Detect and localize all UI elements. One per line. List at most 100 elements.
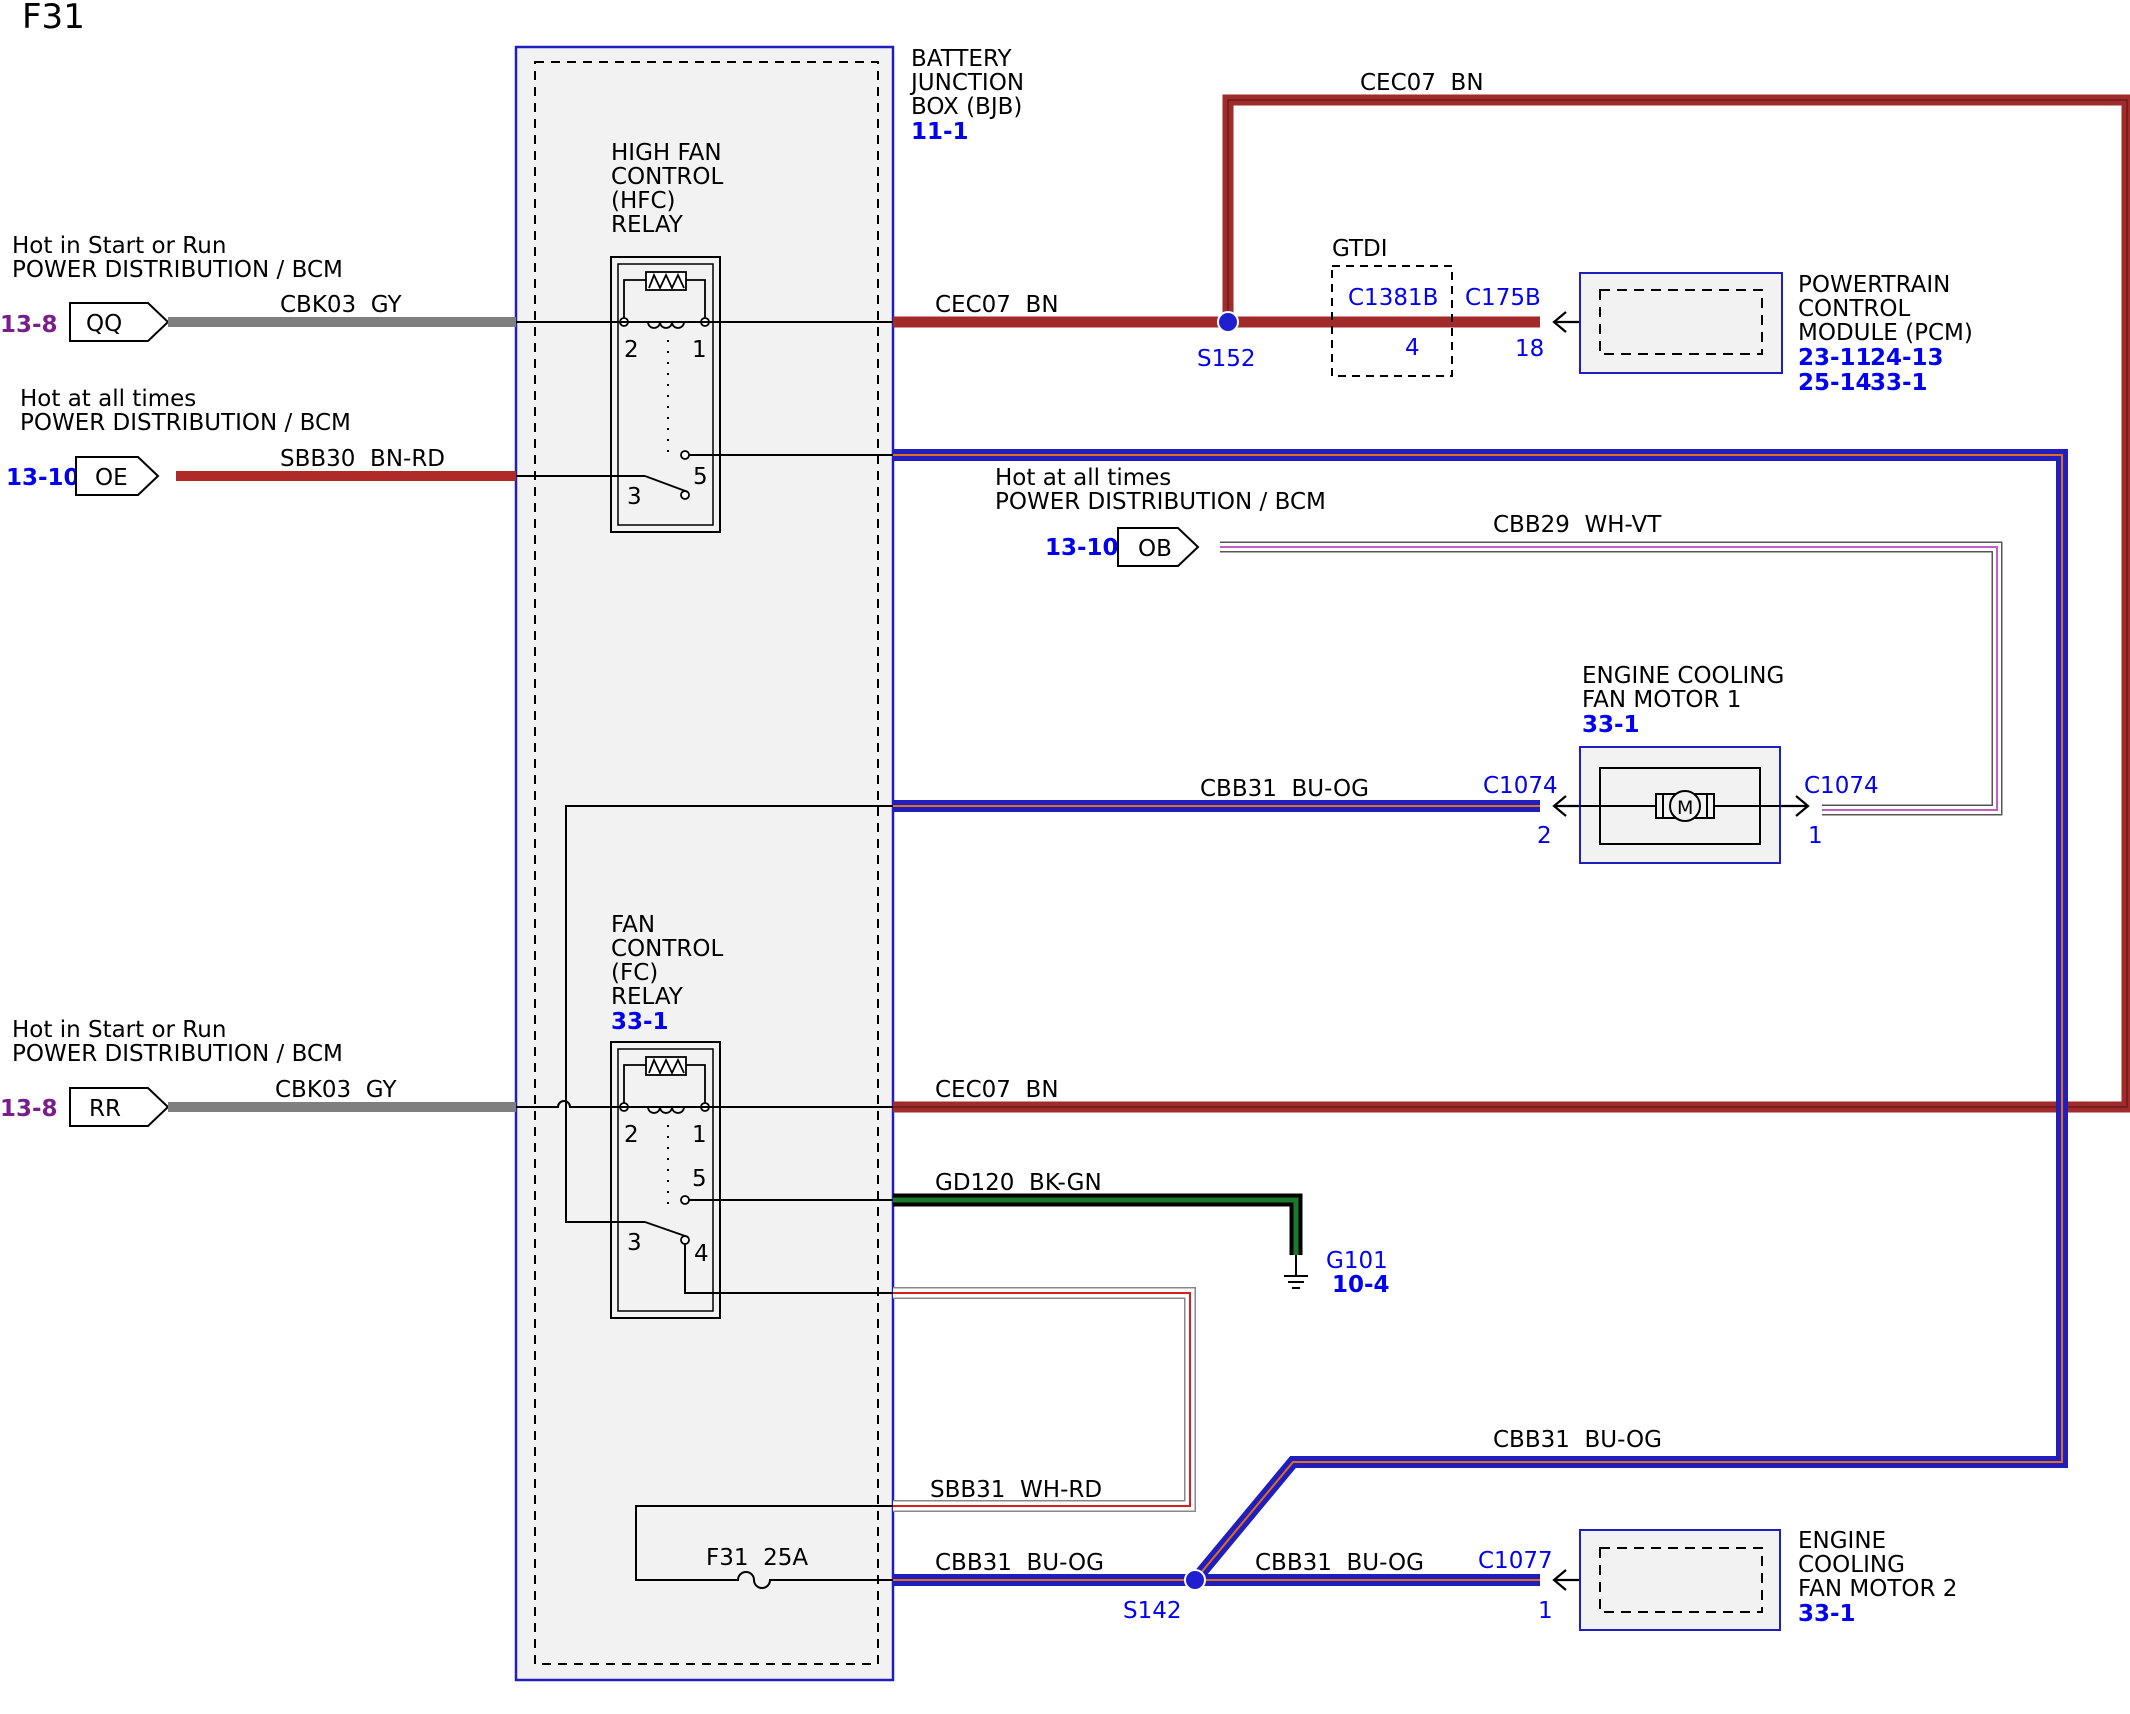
motor1-pin-left: 2	[1537, 823, 1552, 849]
gd120-label: GD120 BK-GN	[935, 1170, 1102, 1196]
c1381b-pin: 4	[1405, 335, 1420, 361]
fc-pin-1: 1	[692, 1122, 707, 1148]
c1077-pin: 1	[1538, 1598, 1553, 1624]
wire-gd120: GD120 BK-GN G101 10-4	[893, 1170, 1390, 1298]
oe-wire-label: SBB30 BN-RD	[280, 446, 445, 472]
rr-desc-2: POWER DISTRIBUTION / BCM	[12, 1041, 343, 1067]
fc-pin-3: 3	[627, 1230, 642, 1256]
motor2-label-3: FAN MOTOR 2	[1798, 1576, 1957, 1602]
cbb31-loop-label: CBB31 BU-OG	[1493, 1427, 1662, 1453]
qq-desc-2: POWER DISTRIBUTION / BCM	[12, 257, 343, 283]
wire-cbb31-loop: CBB31 BU-OG	[893, 449, 2068, 1584]
sbb31-label: SBB31 WH-RD	[930, 1477, 1102, 1503]
ob-ref-link[interactable]: 13-10	[1045, 535, 1119, 561]
c175b-pin: 18	[1515, 336, 1544, 362]
hfc-pin-3: 3	[627, 484, 642, 510]
c1381b-label: C1381B	[1348, 285, 1438, 311]
rr-code: RR	[89, 1096, 121, 1122]
pcm-label-3: MODULE (PCM)	[1798, 320, 1973, 346]
cec07-fc-label: CEC07 BN	[935, 1077, 1059, 1103]
splice-s142	[1184, 1569, 1206, 1591]
cbb29-label: CBB29 WH-VT	[1493, 512, 1662, 538]
hfc-label-2: CONTROL	[611, 164, 724, 190]
rr-wire-label: CBK03 GY	[275, 1077, 397, 1103]
pcm-ref-link-4[interactable]: 33-1	[1870, 370, 1928, 396]
motor1-ref-link[interactable]: 33-1	[1582, 712, 1640, 738]
cbb31-motor1-label: CBB31 BU-OG	[1200, 776, 1369, 802]
source-rr: Hot in Start or Run POWER DISTRIBUTION /…	[0, 1017, 516, 1127]
oe-ref-link[interactable]: 13-10	[6, 465, 80, 491]
pcm-ref-link-2[interactable]: 24-13	[1870, 345, 1944, 371]
engine-cooling-fan-motor-2: C1077 1 ENGINE COOLING FAN MOTOR 2 33-1	[1478, 1528, 1957, 1631]
source-ob: Hot at all times POWER DISTRIBUTION / BC…	[995, 465, 2003, 816]
c175b-label: C175B	[1465, 285, 1541, 311]
fc-pin-2: 2	[624, 1122, 639, 1148]
source-qq: Hot in Start or Run POWER DISTRIBUTION /…	[0, 233, 516, 342]
hfc-pin-1: 1	[692, 337, 707, 363]
motor1-label-1: ENGINE COOLING	[1582, 663, 1784, 689]
fc-label-1: FAN	[611, 912, 655, 938]
motor1-conn-right: C1074	[1804, 773, 1879, 799]
engine-cooling-fan-motor-1: ENGINE COOLING FAN MOTOR 1 33-1 C1074 2 …	[1483, 663, 1879, 864]
ground-icon	[1284, 1255, 1308, 1289]
fc-pin-5: 5	[692, 1166, 707, 1192]
hfc-label-4: RELAY	[611, 212, 684, 238]
bjb-label-3: BOX (BJB)	[911, 94, 1022, 120]
wire-sbb31: SBB31 WH-RD	[893, 1287, 1196, 1512]
qq-ref-link[interactable]: 13-8	[0, 312, 58, 338]
ground-name: G101	[1326, 1248, 1388, 1274]
fuse-f31-label: F31 25A	[706, 1545, 808, 1571]
oe-desc-1: Hot at all times	[20, 386, 196, 412]
motor1-symbol: M	[1677, 797, 1693, 819]
gtdi-label: GTDI	[1332, 236, 1388, 262]
fc-ref-link[interactable]: 33-1	[611, 1009, 669, 1035]
rr-desc-1: Hot in Start or Run	[12, 1017, 226, 1043]
cec07-top-label: CEC07 BN	[1360, 70, 1484, 96]
fc-label-2: CONTROL	[611, 936, 724, 962]
hfc-label-3: (HFC)	[611, 188, 676, 214]
s152-label: S152	[1197, 346, 1256, 372]
ground-ref-link[interactable]: 10-4	[1332, 1272, 1390, 1298]
motor2-ref-link[interactable]: 33-1	[1798, 1601, 1856, 1627]
hfc-pin-2: 2	[624, 337, 639, 363]
oe-code: OE	[95, 465, 128, 491]
s142-label: S142	[1123, 1598, 1182, 1624]
qq-wire-label: CBK03 GY	[280, 292, 402, 318]
c1077-label: C1077	[1478, 1548, 1553, 1574]
ob-desc-2: POWER DISTRIBUTION / BCM	[995, 489, 1326, 515]
motor1-conn-left: C1074	[1483, 773, 1558, 799]
wiring-diagram: F31 BATTERY JUNCTION BOX (BJB) 11-1 HIGH…	[0, 0, 2130, 1682]
ob-desc-1: Hot at all times	[995, 465, 1171, 491]
wire-cec07: CEC07 BN CEC07 BN CEC07 BN S152	[893, 70, 2130, 1113]
cbb31-fuse-label: CBB31 BU-OG	[935, 1550, 1104, 1576]
cbb31-motor2-label: CBB31 BU-OG	[1255, 1550, 1424, 1576]
fc-label-4: RELAY	[611, 984, 684, 1010]
cec07-hfc-label: CEC07 BN	[935, 292, 1059, 318]
fc-pin-4: 4	[694, 1241, 709, 1267]
qq-desc-1: Hot in Start or Run	[12, 233, 226, 259]
hfc-label-1: HIGH FAN	[611, 140, 722, 166]
motor2-label-1: ENGINE	[1798, 1528, 1886, 1554]
wire-cbb31-motor1: CBB31 BU-OG	[893, 776, 1540, 812]
gtdi-inline-connector: GTDI C1381B 4	[1331, 236, 1453, 377]
motor2-label-2: COOLING	[1798, 1552, 1905, 1578]
fc-label-3: (FC)	[611, 960, 658, 986]
motor1-label-2: FAN MOTOR 1	[1582, 687, 1741, 713]
hfc-pin-5: 5	[693, 464, 708, 490]
bjb-label-2: JUNCTION	[909, 70, 1024, 96]
pcm-ref-link-1[interactable]: 23-11	[1798, 345, 1872, 371]
page-title: F31	[22, 0, 85, 37]
pcm-label-2: CONTROL	[1798, 296, 1911, 322]
rr-ref-link[interactable]: 13-8	[0, 1096, 58, 1122]
ob-code: OB	[1138, 536, 1172, 562]
pcm-module: C175B 18 POWERTRAIN CONTROL MODULE (PCM)…	[1465, 272, 1973, 396]
motor1-pin-right: 1	[1808, 823, 1823, 849]
bjb-ref-link[interactable]: 11-1	[911, 119, 969, 145]
pcm-label-1: POWERTRAIN	[1798, 272, 1950, 298]
qq-code: QQ	[86, 311, 122, 337]
splice-s152	[1217, 311, 1239, 333]
source-oe: Hot at all times POWER DISTRIBUTION / BC…	[6, 386, 516, 496]
oe-desc-2: POWER DISTRIBUTION / BCM	[20, 410, 351, 436]
pcm-ref-link-3[interactable]: 25-14	[1798, 370, 1872, 396]
bjb-label-1: BATTERY	[911, 46, 1012, 72]
